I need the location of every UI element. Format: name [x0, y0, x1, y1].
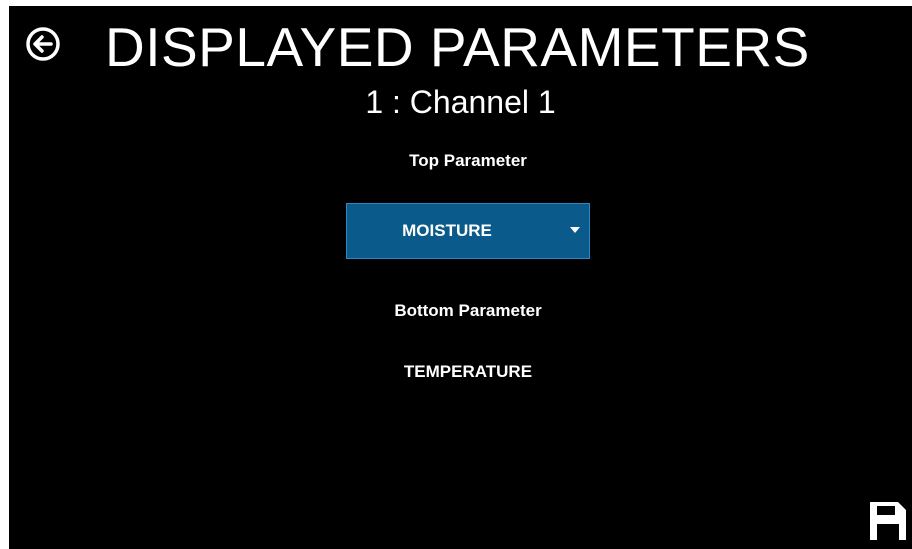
- save-button[interactable]: [868, 500, 908, 542]
- page-title: DISPLAYED PARAMETERS: [105, 16, 810, 78]
- top-parameter-selected-value: MOISTURE: [402, 221, 492, 240]
- caret-down-icon: [570, 227, 580, 233]
- bottom-parameter-label: Bottom Parameter: [394, 301, 542, 320]
- channel-label: 1 : Channel 1: [365, 84, 556, 120]
- back-button[interactable]: [25, 26, 61, 62]
- arrow-left-circle-icon: [26, 27, 60, 61]
- screen: DISPLAYED PARAMETERS 1 : Channel 1 Top P…: [9, 6, 912, 549]
- bottom-parameter-value[interactable]: TEMPERATURE: [9, 362, 912, 382]
- top-parameter-dropdown[interactable]: MOISTURE: [346, 203, 590, 259]
- top-parameter-label: Top Parameter: [409, 151, 527, 170]
- save-disk-icon: [870, 502, 906, 540]
